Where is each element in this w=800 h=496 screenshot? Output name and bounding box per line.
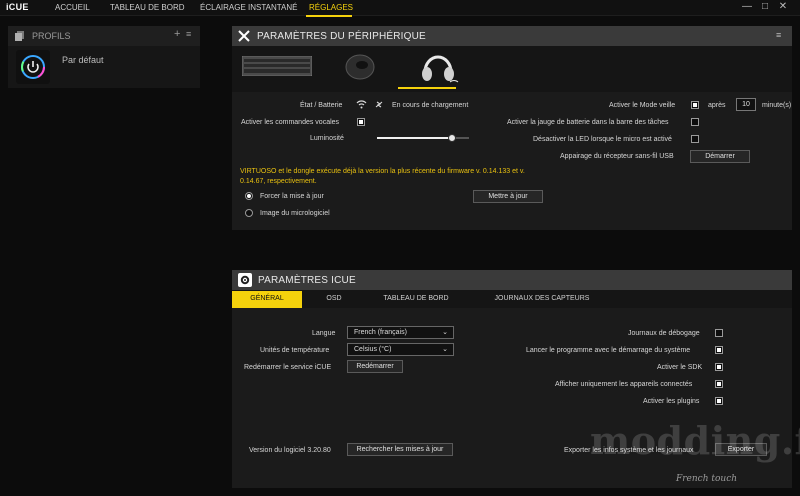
tab-general[interactable]: GÉNÉRAL bbox=[232, 291, 302, 308]
tools-icon bbox=[238, 30, 250, 42]
profile-name: Par défaut bbox=[62, 55, 104, 65]
launch-startup-checkbox[interactable] bbox=[715, 346, 723, 354]
panel-menu-icon[interactable]: ≡ bbox=[776, 30, 781, 40]
top-bar: iCUE ACCUEIL TABLEAU DE BORD ÉCLAIRAGE I… bbox=[0, 0, 800, 17]
firmware-message: VIRTUOSO et le dongle exécute déjà la ve… bbox=[240, 168, 525, 185]
temperature-value: Celsius (°C) bbox=[354, 346, 392, 353]
wifi-icon bbox=[356, 100, 367, 109]
sdk-label: Activer le SDK bbox=[657, 364, 703, 371]
battery-status: En cours de chargement bbox=[392, 102, 469, 109]
profiles-header: PROFILS + ≡ bbox=[8, 26, 200, 46]
debug-logs-label: Journaux de débogage bbox=[628, 330, 700, 337]
sdk-checkbox[interactable] bbox=[715, 363, 723, 371]
pairing-label: Appairage du récepteur sans-fil USB bbox=[560, 153, 674, 160]
headset-device-icon[interactable] bbox=[417, 50, 459, 84]
tab-osd[interactable]: OSD bbox=[312, 291, 356, 308]
profile-item[interactable] bbox=[16, 50, 50, 84]
profiles-icon bbox=[15, 31, 24, 41]
nav-reglages[interactable]: RÉGLAGES bbox=[309, 3, 353, 12]
sleep-mode-label: Activer le Mode veille bbox=[609, 102, 676, 109]
language-label: Langue bbox=[312, 330, 336, 337]
mouse-device-icon[interactable] bbox=[344, 52, 376, 82]
maximize-icon[interactable]: □ bbox=[758, 1, 772, 12]
sleep-minutes-input[interactable]: 10 bbox=[736, 98, 756, 111]
profiles-menu-icon[interactable]: ≡ bbox=[186, 29, 191, 39]
tab-journaux-capteurs[interactable]: JOURNAUX DES CAPTEURS bbox=[484, 291, 600, 308]
brightness-slider-track[interactable] bbox=[377, 134, 469, 142]
force-update-label: Forcer la mise à jour bbox=[260, 193, 324, 200]
voice-commands-checkbox[interactable] bbox=[357, 118, 365, 126]
icue-tabs: GÉNÉRAL OSD TABLEAU DE BORD JOURNAUX DES… bbox=[232, 290, 792, 308]
watermark-tagline: French touch bbox=[676, 474, 738, 484]
device-panel-header: PARAMÈTRES DU PÉRIPHÉRIQUE ≡ bbox=[232, 26, 792, 46]
profiles-title: PROFILS bbox=[32, 31, 71, 41]
add-profile-button[interactable]: + bbox=[174, 28, 180, 40]
close-icon[interactable]: ✕ bbox=[776, 1, 790, 12]
chevron-down-icon: ⌄ bbox=[442, 346, 448, 353]
profile-power-icon bbox=[21, 55, 45, 79]
brightness-label: Luminosité bbox=[310, 135, 344, 142]
device-selector bbox=[232, 46, 792, 92]
icue-panel-header: PARAMÈTRES ICUE bbox=[232, 270, 792, 290]
profiles-sidebar: PROFILS + ≡ Par défaut bbox=[8, 26, 200, 88]
brightness-slider-fill bbox=[377, 137, 453, 139]
led-off-checkbox[interactable] bbox=[691, 135, 699, 143]
app-logo: iCUE bbox=[6, 2, 29, 12]
battery-label: État / Batterie bbox=[300, 102, 343, 109]
watermark-logo: modding.fr bbox=[590, 418, 800, 463]
sleep-mode-checkbox[interactable] bbox=[691, 101, 699, 109]
firmware-image-label: Image du micrologiciel bbox=[260, 210, 330, 217]
battery-charging-icon bbox=[375, 101, 383, 108]
brightness-slider-thumb[interactable] bbox=[448, 134, 457, 142]
nav-eclairage-instantane[interactable]: ÉCLAIRAGE INSTANTANÉ bbox=[200, 3, 298, 12]
force-update-radio[interactable] bbox=[245, 192, 253, 200]
gear-icon bbox=[238, 273, 252, 287]
battery-gauge-checkbox[interactable] bbox=[691, 118, 699, 126]
firmware-image-radio[interactable] bbox=[245, 209, 253, 217]
battery-gauge-label: Activer la jauge de batterie dans la bar… bbox=[507, 119, 669, 126]
device-active-indicator bbox=[398, 87, 456, 89]
restart-service-button[interactable]: Redémarrer bbox=[347, 360, 403, 373]
language-select[interactable]: French (français) ⌄ bbox=[347, 326, 454, 339]
icue-panel-title: PARAMÈTRES ICUE bbox=[258, 275, 356, 286]
temperature-select[interactable]: Celsius (°C) ⌄ bbox=[347, 343, 454, 356]
temperature-label: Unités de température bbox=[260, 347, 330, 354]
nav-active-indicator bbox=[306, 15, 352, 17]
plugins-label: Activer les plugins bbox=[643, 398, 700, 405]
chevron-down-icon: ⌄ bbox=[442, 329, 448, 336]
language-value: French (français) bbox=[354, 329, 407, 336]
keyboard-device-icon[interactable] bbox=[242, 56, 312, 76]
device-settings-panel: PARAMÈTRES DU PÉRIPHÉRIQUE ≡ État / Batt… bbox=[232, 26, 792, 230]
version-label: Version du logiciel 3.20.80 bbox=[249, 447, 331, 454]
nav-accueil[interactable]: ACCUEIL bbox=[55, 3, 90, 12]
tab-tableau-de-bord[interactable]: TABLEAU DE BORD bbox=[374, 291, 458, 308]
nav-tableau-de-bord[interactable]: TABLEAU DE BORD bbox=[110, 3, 185, 12]
update-firmware-button[interactable]: Mettre à jour bbox=[473, 190, 543, 203]
restart-service-label: Redémarrer le service iCUE bbox=[244, 364, 332, 371]
check-updates-button[interactable]: Rechercher les mises à jour bbox=[347, 443, 453, 456]
start-pairing-button[interactable]: Démarrer bbox=[690, 150, 750, 163]
minimize-icon[interactable]: — bbox=[740, 1, 754, 12]
plugins-checkbox[interactable] bbox=[715, 397, 723, 405]
sleep-unit-label: minute(s) bbox=[762, 102, 792, 109]
device-panel-title: PARAMÈTRES DU PÉRIPHÉRIQUE bbox=[257, 31, 426, 42]
connected-only-label: Afficher uniquement les appareils connec… bbox=[555, 381, 693, 388]
launch-startup-label: Lancer le programme avec le démarrage du… bbox=[526, 347, 691, 354]
voice-commands-label: Activer les commandes vocales bbox=[241, 119, 340, 126]
sleep-after-label: après bbox=[708, 102, 726, 109]
led-off-label: Désactiver la LED lorsque le micro est a… bbox=[533, 136, 672, 143]
connected-only-checkbox[interactable] bbox=[715, 380, 723, 388]
debug-logs-checkbox[interactable] bbox=[715, 329, 723, 337]
